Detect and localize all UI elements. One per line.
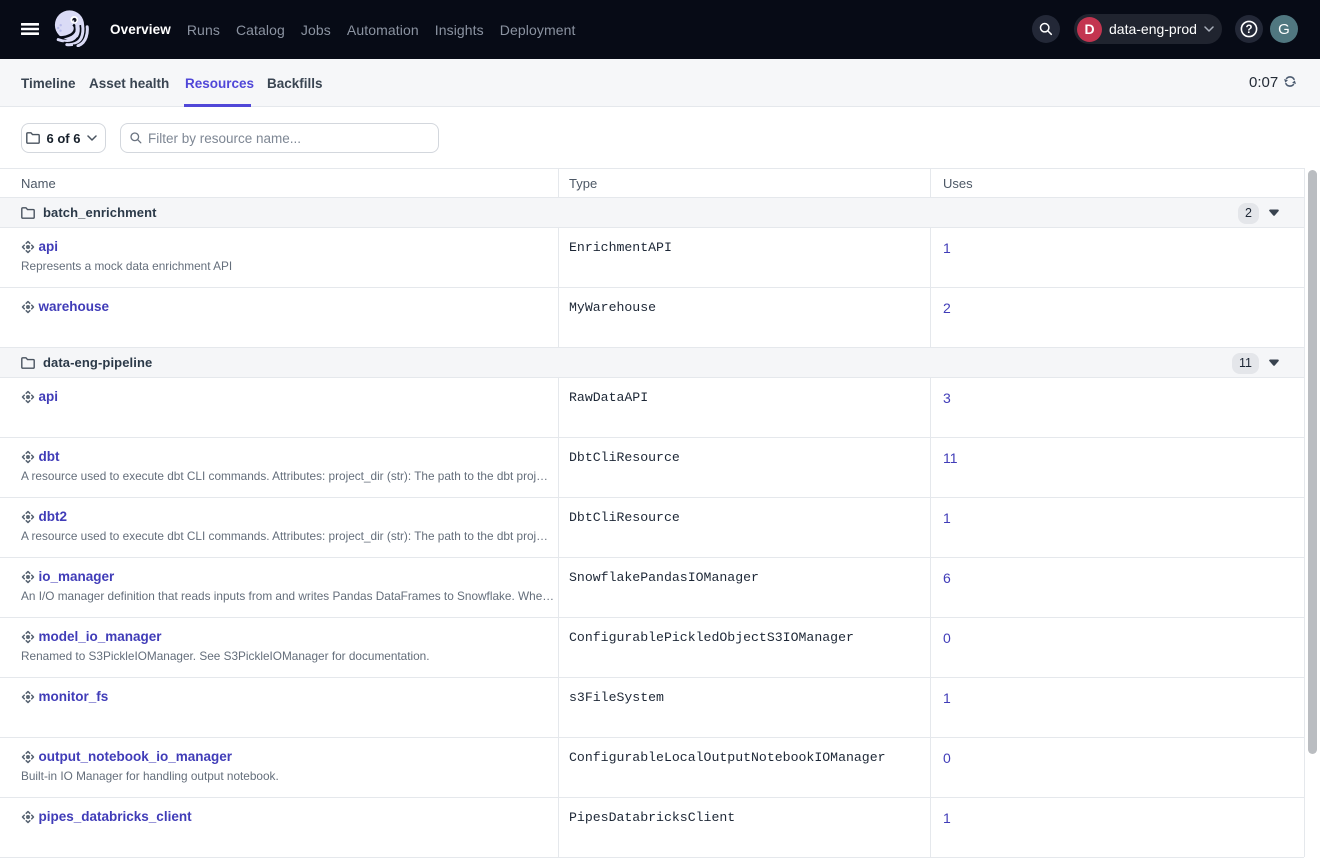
svg-text:?: ? — [1245, 24, 1252, 36]
